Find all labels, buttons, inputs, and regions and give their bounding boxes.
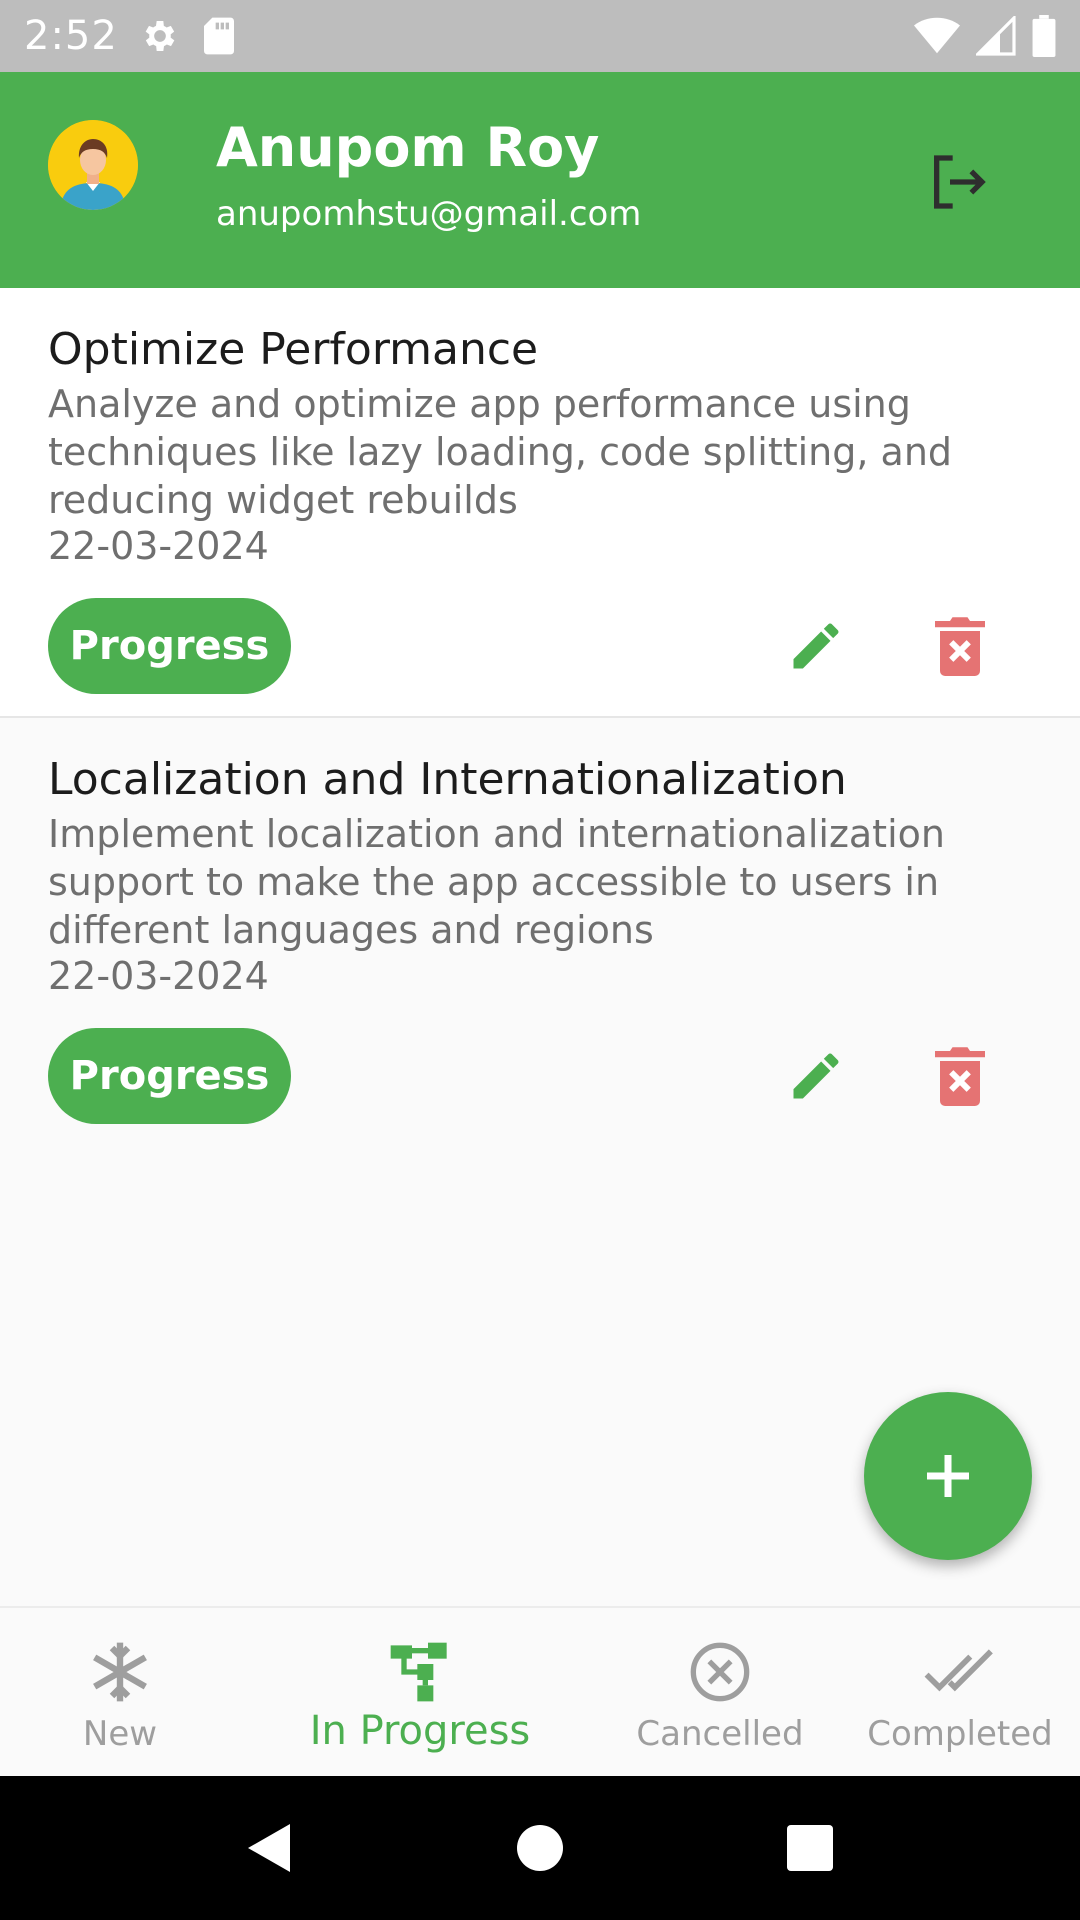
status-bar: 2:52 <box>0 0 1080 72</box>
delete-button[interactable] <box>924 1040 996 1112</box>
recents-button[interactable] <box>780 1818 840 1878</box>
system-nav-bar <box>0 1776 1080 1920</box>
nav-item-new[interactable]: New <box>40 1608 200 1778</box>
sd-card-icon <box>202 16 236 56</box>
task-list: Optimize Performance Analyze and optimiz… <box>0 288 1080 1148</box>
edit-button[interactable] <box>780 610 852 682</box>
task-card[interactable]: Optimize Performance Analyze and optimiz… <box>0 288 1080 718</box>
logout-icon <box>934 155 986 209</box>
task-card[interactable]: Localization and Internationalization Im… <box>0 718 1080 1148</box>
bottom-navigation: New In Progress Cancelled Completed <box>0 1606 1080 1776</box>
snowflake-icon <box>88 1640 152 1704</box>
recents-square-icon <box>787 1825 833 1871</box>
home-button[interactable] <box>510 1818 570 1878</box>
back-triangle-icon <box>248 1824 290 1872</box>
task-description: Implement localization and international… <box>48 812 945 952</box>
pencil-icon <box>793 623 839 669</box>
profile-header: Anupom Roy anupomhstu@gmail.com <box>0 72 1080 288</box>
nav-item-completed[interactable]: Completed <box>862 1608 1058 1778</box>
wifi-icon <box>914 16 960 56</box>
delete-button[interactable] <box>924 610 996 682</box>
nav-label: Cancelled <box>636 1714 804 1754</box>
tree-icon <box>388 1640 452 1704</box>
signal-icon <box>976 16 1016 56</box>
task-date: 22-03-2024 <box>48 524 269 568</box>
status-chip[interactable]: Progress <box>48 598 291 694</box>
back-button[interactable] <box>240 1818 300 1878</box>
user-avatar-icon[interactable] <box>48 120 138 210</box>
logout-button[interactable] <box>920 144 996 220</box>
gear-icon <box>140 16 180 56</box>
task-date: 22-03-2024 <box>48 954 269 998</box>
trash-icon <box>935 617 985 676</box>
add-task-button[interactable] <box>864 1392 1032 1560</box>
nav-label: In Progress <box>309 1708 531 1754</box>
status-time: 2:52 <box>24 13 118 59</box>
task-description: Analyze and optimize app performance usi… <box>48 382 953 522</box>
nav-item-cancelled[interactable]: Cancelled <box>630 1608 810 1778</box>
nav-item-in-progress[interactable]: In Progress <box>290 1608 550 1778</box>
cancel-circle-icon <box>688 1640 752 1704</box>
edit-button[interactable] <box>780 1040 852 1112</box>
nav-label: Completed <box>867 1714 1053 1754</box>
home-circle-icon <box>517 1825 563 1871</box>
status-chip[interactable]: Progress <box>48 1028 291 1124</box>
trash-icon <box>935 1047 985 1106</box>
double-check-icon <box>924 1640 996 1704</box>
plus-icon <box>927 1455 969 1497</box>
task-title: Localization and Internationalization <box>48 754 847 805</box>
battery-icon <box>1032 15 1056 57</box>
task-title: Optimize Performance <box>48 324 539 375</box>
pencil-icon <box>793 1053 839 1099</box>
nav-label: New <box>82 1714 158 1754</box>
user-email: anupomhstu@gmail.com <box>216 194 642 234</box>
user-name: Anupom Roy <box>216 116 600 179</box>
